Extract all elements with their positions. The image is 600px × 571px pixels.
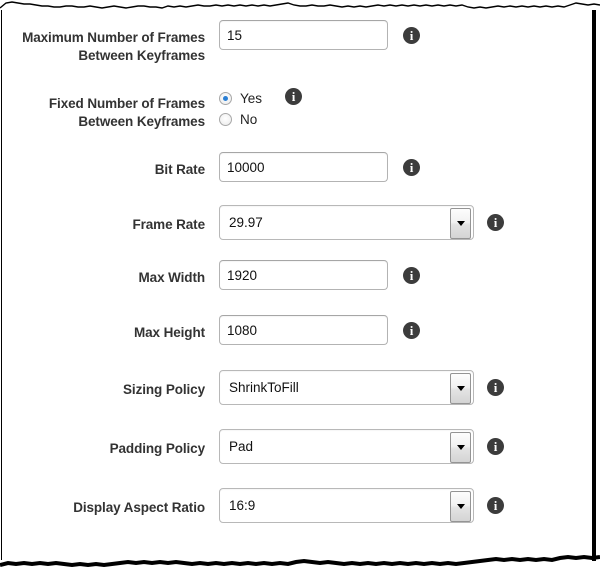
select-sizing-policy[interactable]: ShrinkToFill xyxy=(219,370,474,405)
select-padding-policy[interactable]: Pad xyxy=(219,429,474,464)
control-max-height: i xyxy=(205,315,600,345)
select-value-frame-rate: 29.97 xyxy=(229,215,263,230)
info-slot-max-height: i xyxy=(403,315,420,345)
info-slot-frame-rate: i xyxy=(487,205,504,240)
field-row-display-aspect-ratio: Display Aspect Ratio 16:9 i xyxy=(0,488,600,523)
label-max-keyframe-interval: Maximum Number of Frames Between Keyfram… xyxy=(22,30,205,63)
chevron-down-icon[interactable] xyxy=(450,373,471,404)
label-fixed-keyframe-interval: Fixed Number of Frames Between Keyframes xyxy=(48,96,205,129)
radio-label-no: No xyxy=(240,112,258,127)
control-frame-rate: 29.97 i xyxy=(205,205,600,240)
torn-edge-bottom xyxy=(0,554,600,568)
input-max-height[interactable] xyxy=(219,315,388,345)
radio-dot-no[interactable] xyxy=(219,113,232,126)
info-slot-padding-policy: i xyxy=(487,429,504,464)
label-max-width: Max Width xyxy=(138,270,206,285)
radio-group-fixed-keyframe-interval: Yes No xyxy=(219,86,262,130)
radio-option-yes[interactable]: Yes xyxy=(219,88,262,109)
field-row-bit-rate: Bit Rate i xyxy=(0,152,600,182)
field-row-frame-rate: Frame Rate 29.97 i xyxy=(0,205,600,240)
control-max-width: i xyxy=(205,260,600,290)
select-display-aspect-ratio[interactable]: 16:9 xyxy=(219,488,474,523)
field-row-max-width: Max Width i xyxy=(0,260,600,290)
form-page: Maximum Number of Frames Between Keyfram… xyxy=(0,0,600,571)
info-slot-sizing-policy: i xyxy=(487,370,504,405)
info-icon[interactable]: i xyxy=(487,438,504,455)
control-fixed-keyframe-interval: Yes No i xyxy=(205,86,600,130)
info-icon[interactable]: i xyxy=(403,158,420,176)
info-slot-max-keyframe-interval: i xyxy=(403,20,420,50)
info-icon[interactable]: i xyxy=(403,26,420,44)
chevron-down-glyph xyxy=(456,504,465,509)
input-max-keyframe-interval[interactable] xyxy=(219,20,388,50)
info-slot-display-aspect-ratio: i xyxy=(487,488,504,523)
field-row-sizing-policy: Sizing Policy ShrinkToFill i xyxy=(0,370,600,405)
chevron-down-glyph xyxy=(456,386,465,391)
input-max-width[interactable] xyxy=(219,260,388,290)
settings-form: Maximum Number of Frames Between Keyfram… xyxy=(0,20,600,523)
info-slot-fixed-keyframe-interval: i xyxy=(285,86,303,107)
control-display-aspect-ratio: 16:9 i xyxy=(205,488,600,523)
input-bit-rate[interactable] xyxy=(219,152,388,182)
info-icon[interactable]: i xyxy=(487,379,504,396)
chevron-down-icon[interactable] xyxy=(450,491,471,522)
label-frame-rate: Frame Rate xyxy=(132,217,205,232)
select-value-padding-policy: Pad xyxy=(229,439,254,454)
control-bit-rate: i xyxy=(205,152,600,182)
label-display-aspect-ratio: Display Aspect Ratio xyxy=(73,500,205,515)
field-row-fixed-keyframe-interval: Fixed Number of Frames Between Keyframes… xyxy=(0,86,600,131)
radio-dot-yes[interactable] xyxy=(219,92,232,105)
label-max-height: Max Height xyxy=(133,325,205,340)
control-sizing-policy: ShrinkToFill i xyxy=(205,370,600,405)
label-bit-rate: Bit Rate xyxy=(154,162,205,177)
field-row-max-keyframe-interval: Maximum Number of Frames Between Keyfram… xyxy=(0,20,600,65)
chevron-down-glyph xyxy=(456,445,465,450)
info-icon[interactable]: i xyxy=(285,88,303,105)
chevron-down-icon[interactable] xyxy=(450,432,471,463)
select-frame-rate[interactable]: 29.97 xyxy=(219,205,474,240)
info-icon[interactable]: i xyxy=(487,497,504,514)
radio-label-yes: Yes xyxy=(240,91,263,106)
label-sizing-policy: Sizing Policy xyxy=(123,382,205,397)
info-slot-bit-rate: i xyxy=(403,152,420,182)
info-icon[interactable]: i xyxy=(403,321,420,339)
field-row-max-height: Max Height i xyxy=(0,315,600,345)
chevron-down-icon[interactable] xyxy=(450,208,471,239)
info-slot-max-width: i xyxy=(403,260,420,290)
control-max-keyframe-interval: i xyxy=(205,20,600,50)
torn-edge-top xyxy=(0,1,600,9)
info-icon[interactable]: i xyxy=(403,266,420,284)
select-value-sizing-policy: ShrinkToFill xyxy=(229,380,299,395)
chevron-down-glyph xyxy=(456,221,465,226)
label-padding-policy: Padding Policy xyxy=(109,441,205,456)
radio-option-no[interactable]: No xyxy=(219,109,262,130)
select-value-display-aspect-ratio: 16:9 xyxy=(229,498,256,513)
control-padding-policy: Pad i xyxy=(205,429,600,464)
field-row-padding-policy: Padding Policy Pad i xyxy=(0,429,600,464)
info-icon[interactable]: i xyxy=(487,214,504,231)
